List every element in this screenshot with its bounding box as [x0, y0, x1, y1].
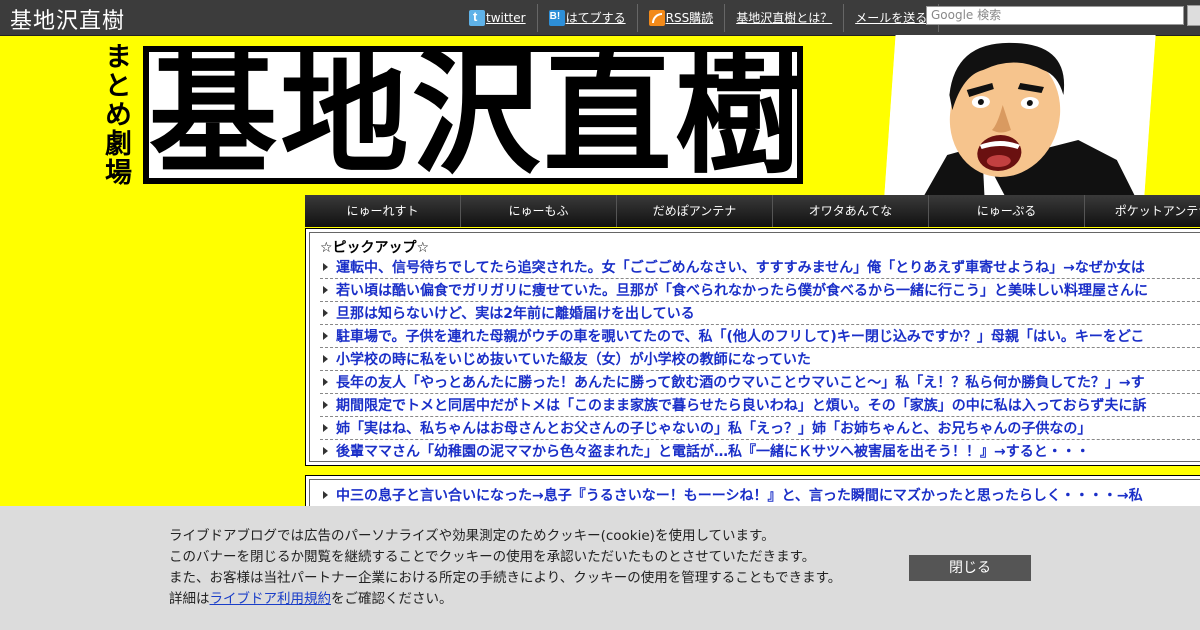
- cookie-line: このバナーを閉じるか閲覧を継続することでクッキーの使用を承認いただいたものとさせ…: [169, 549, 816, 565]
- cookie-line: 詳細はライブドア利用規約をご確認ください。: [169, 589, 841, 610]
- mascot-face-icon: [884, 35, 1156, 195]
- pickup-link[interactable]: 長年の友人「やっとあんたに勝った！あんたに勝って飲む酒のウマいことウマいこと～」…: [336, 372, 1145, 392]
- list-item: 運転中、信号待ちでしてたら追突された。女「ごごごめんなさい、すすすみません」俺「…: [320, 256, 1200, 279]
- pickup-link[interactable]: 期間限定でトメと同居中だがトメは「このまま家族で暮らせたら良いわね」と煩い。その…: [336, 395, 1146, 415]
- logo-char: 地: [280, 52, 408, 178]
- logo-text: 基 地 沢 直 樹: [149, 52, 797, 178]
- nav-item-nyuresu[interactable]: にゅーれすト: [305, 195, 461, 227]
- logo-char: 直: [543, 52, 671, 178]
- arrow-icon: [323, 491, 328, 499]
- twitter-link-label: twitter: [486, 10, 526, 25]
- mail-link[interactable]: メールを送る: [844, 3, 940, 32]
- logo-char: 基: [149, 52, 277, 178]
- pickup-link[interactable]: 駐車場で。子供を連れた母親がウチの車を覗いてたので、私「(他人のフリして)キー閉…: [336, 326, 1144, 346]
- logo-char: 樹: [674, 52, 797, 178]
- nav-item-owata[interactable]: オワタあんてな: [773, 195, 929, 227]
- logo-char: 沢: [411, 52, 540, 178]
- cookie-message: ライブドアブログでは広告のパーソナライズや効果測定のためクッキー(cookie)…: [169, 526, 841, 610]
- list-item: 後輩ママさん「幼稚園の泥ママから色々盗まれた」と電話が…私『一緒にＫサツへ被害届…: [320, 440, 1200, 461]
- list-item: 小学校の時に私をいじめ抜いていた級友（女）が小学校の教師になっていた: [320, 348, 1200, 371]
- nav-item-damepo[interactable]: だめぽアンテナ: [617, 195, 773, 227]
- pickup-link[interactable]: 中三の息子と言い合いになった→息子『うるさいなー！もーーシね！』と、言った瞬間に…: [336, 485, 1143, 505]
- blog-subtitle: まとめ劇場: [100, 42, 131, 187]
- pickup-list: 運転中、信号待ちでしてたら追突された。女「ごごごめんなさい、すすすみません」俺「…: [320, 256, 1200, 461]
- nav-item-nyupuru[interactable]: にゅーぷる: [929, 195, 1085, 227]
- pickup-link[interactable]: 小学校の時に私をいじめ抜いていた級友（女）が小学校の教師になっていた: [336, 349, 811, 369]
- cookie-banner: ライブドアブログでは広告のパーソナライズや効果測定のためクッキー(cookie)…: [0, 506, 1200, 630]
- blog-logo[interactable]: 基 地 沢 直 樹: [143, 46, 803, 184]
- arrow-icon: [323, 332, 328, 340]
- terms-link[interactable]: ライブドア利用規約: [210, 591, 332, 607]
- close-button[interactable]: 閉じる: [909, 555, 1031, 581]
- arrow-icon: [323, 447, 328, 455]
- pickup-inner: ☆ピックアップ☆ 運転中、信号待ちでしてたら追突された。女「ごごごめんなさい、す…: [309, 232, 1200, 462]
- pickup-link[interactable]: 姉「実はね、私ちゃんはお母さんとお父さんの子じゃないの」私「えっ？」姉「お姉ちゃ…: [336, 418, 1091, 438]
- cookie-line: また、お客様は当社パートナー企業における所定の手続きにより、クッキーの使用を管理…: [169, 570, 842, 586]
- top-links: twitter はてブする RSS購読 基地沢直樹とは？ メールを送る: [458, 0, 940, 35]
- twitter-icon: [469, 9, 485, 26]
- pickup-title: ☆ピックアップ☆: [320, 240, 430, 256]
- antenna-nav: にゅーれすト にゅーもふ だめぽアンテナ オワタあんてな にゅーぷる ポケットア…: [305, 195, 1200, 227]
- list-item: 駐車場で。子供を連れた母親がウチの車を覗いてたので、私「(他人のフリして)キー閉…: [320, 325, 1200, 348]
- arrow-icon: [323, 401, 328, 409]
- cookie-line: ライブドアブログでは広告のパーソナライズや効果測定のためクッキー(cookie)…: [169, 528, 775, 544]
- arrow-icon: [323, 263, 328, 271]
- arrow-icon: [323, 286, 328, 294]
- list-item: 姉「実はね、私ちゃんはお母さんとお父さんの子じゃないの」私「えっ？」姉「お姉ちゃ…: [320, 417, 1200, 440]
- pickup-link[interactable]: 旦那は知らないけど、実は2年前に離婚届けを出している: [336, 303, 695, 323]
- list-item: 若い頃は酷い偏食でガリガリに痩せていた。旦那が「食べられなかったら僕が食べるから…: [320, 279, 1200, 302]
- about-link[interactable]: 基地沢直樹とは？: [725, 3, 845, 32]
- list-item: 長年の友人「やっとあんたに勝った！あんたに勝って飲む酒のウマいことウマいこと～」…: [320, 371, 1200, 394]
- arrow-icon: [323, 355, 328, 363]
- list-item: 中三の息子と言い合いになった→息子『うるさいなー！もーーシね！』と、言った瞬間に…: [320, 484, 1143, 506]
- cookie-line-suffix: をご確認ください。: [331, 591, 453, 607]
- cookie-line-prefix: 詳細は: [169, 591, 210, 607]
- hatena-bookmark-icon: [548, 9, 565, 26]
- nav-item-pocket[interactable]: ポケットアンテナ: [1085, 195, 1200, 227]
- pickup-box: ☆ピックアップ☆ 運転中、信号待ちでしてたら追突された。女「ごごごめんなさい、す…: [305, 228, 1200, 466]
- hatena-bookmark-link[interactable]: はてブする: [538, 3, 638, 32]
- twitter-link[interactable]: twitter: [458, 3, 538, 32]
- pickup-link[interactable]: 運転中、信号待ちでしてたら追突された。女「ごごごめんなさい、すすすみません」俺「…: [336, 257, 1145, 277]
- nav-item-nyumofu[interactable]: にゅーもふ: [461, 195, 617, 227]
- arrow-icon: [323, 424, 328, 432]
- arrow-icon: [323, 378, 328, 386]
- rss-link-label: RSS購読: [665, 11, 714, 25]
- pickup-link[interactable]: 若い頃は酷い偏食でガリガリに痩せていた。旦那が「食べられなかったら僕が食べるから…: [336, 280, 1148, 300]
- rss-icon: [648, 9, 665, 26]
- rss-link[interactable]: RSS購読: [638, 3, 726, 32]
- pickup-link[interactable]: 後輩ママさん「幼稚園の泥ママから色々盗まれた」と電話が…私『一緒にＫサツへ被害届…: [336, 441, 1090, 461]
- list-item: 期間限定でトメと同居中だがトメは「このまま家族で暮らせたら良いわね」と煩い。その…: [320, 394, 1200, 417]
- arrow-icon: [323, 309, 328, 317]
- search-button[interactable]: [1187, 5, 1200, 26]
- site-title[interactable]: 基地沢直樹: [10, 3, 125, 35]
- hatena-bookmark-label: はてブする: [565, 11, 626, 25]
- search-input[interactable]: Google 検索: [926, 6, 1184, 25]
- mascot-illustration: [884, 35, 1156, 195]
- list-item: 旦那は知らないけど、実は2年前に離婚届けを出している: [320, 302, 1200, 325]
- top-bar: 基地沢直樹 twitter はてブする RSS購読 基地沢直樹とは？ メールを送…: [0, 0, 1200, 36]
